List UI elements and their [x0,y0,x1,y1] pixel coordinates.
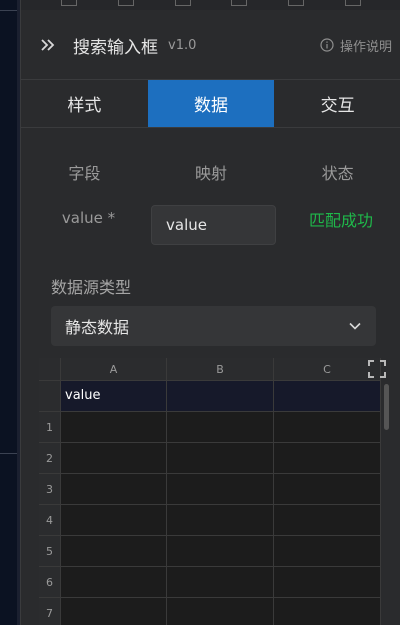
datasource-select[interactable]: 静态数据 [51,306,376,346]
sheet-cell[interactable] [274,474,381,505]
sheet-cell[interactable] [61,474,167,505]
canvas-backdrop [0,0,20,625]
column-header-c[interactable]: C [274,358,381,381]
sheet-cell[interactable] [167,474,274,505]
column-header-b[interactable]: B [167,358,274,381]
tab-bar: 样式 数据 交互 [21,79,400,128]
row-number: 6 [39,567,61,598]
help-link[interactable]: 操作说明 [320,36,392,55]
mapping-header-map: 映射 [195,164,228,183]
align-icon[interactable] [61,0,78,6]
sheet-cell[interactable] [274,443,381,474]
sheet-cell[interactable] [167,536,274,567]
align-icon[interactable] [231,0,248,6]
sheet-cell[interactable] [274,598,381,625]
match-status: 匹配成功 [308,211,373,230]
column-header-a[interactable]: A [61,358,167,381]
sheet-cell[interactable] [274,536,381,567]
sheet-cell[interactable] [61,567,167,598]
row-number: 3 [39,474,61,505]
info-circle-icon [320,38,334,52]
sheet-cell[interactable] [167,567,274,598]
row-number: 1 [39,412,61,443]
mapping-header: 字段 映射 状态 [21,160,400,184]
tab-data[interactable]: 数据 [147,80,275,127]
row-header-top [39,381,61,412]
sheet-cell[interactable]: value [61,381,167,412]
sheet-cell[interactable] [167,443,274,474]
sheet-cell[interactable] [274,505,381,536]
mapping-row: value * value 匹配成功 [21,205,400,245]
data-sheet[interactable]: A B C value 1 2 3 4 5 6 7 [39,358,381,625]
mapping-header-status: 状态 [321,164,354,183]
sheet-scrollbar[interactable] [383,382,390,625]
fullscreen-icon[interactable] [367,359,387,379]
sheet-cell[interactable] [61,536,167,567]
align-icon[interactable] [174,0,191,6]
tab-interaction[interactable]: 交互 [274,80,400,127]
sheet-cell[interactable] [61,412,167,443]
row-number: 2 [39,443,61,474]
mapping-input[interactable]: value [151,205,276,245]
sheet-cell[interactable] [61,505,167,536]
datasource-selected: 静态数据 [65,318,130,337]
sheet-cell[interactable] [274,381,381,412]
sheet-corner [39,358,61,381]
row-number: 5 [39,536,61,567]
sheet-cell[interactable] [61,598,167,625]
cell-text: value [65,388,101,403]
row-number: 4 [39,505,61,536]
version-label: v1.0 [168,37,197,53]
tab-style[interactable]: 样式 [21,80,148,127]
panel-title: 搜索输入框 [73,37,158,58]
scrollbar-thumb[interactable] [384,384,389,430]
sheet-cell[interactable] [167,412,274,443]
help-label: 操作说明 [339,39,392,55]
config-panel: 搜索输入框 v1.0 操作说明 样式 数据 交互 字段 映射 状态 value … [20,0,400,625]
sheet-cell[interactable] [167,505,274,536]
align-icon[interactable] [287,0,304,6]
sheet-cell[interactable] [167,381,274,412]
row-number: 7 [39,598,61,625]
datasource-label: 数据源类型 [51,278,132,297]
sheet-cell[interactable] [167,598,274,625]
double-chevron-right-icon[interactable] [39,36,57,54]
sheet-cell[interactable] [61,443,167,474]
mapping-header-field: 字段 [68,164,101,183]
align-icon[interactable] [117,0,134,6]
top-toolbar [21,0,400,10]
panel-header: 搜索输入框 v1.0 操作说明 [21,12,400,78]
chevron-down-icon [349,322,361,330]
field-name: value * [61,209,116,227]
sheet-cell[interactable] [274,412,381,443]
sheet-cell[interactable] [274,567,381,598]
align-icon[interactable] [344,0,361,6]
